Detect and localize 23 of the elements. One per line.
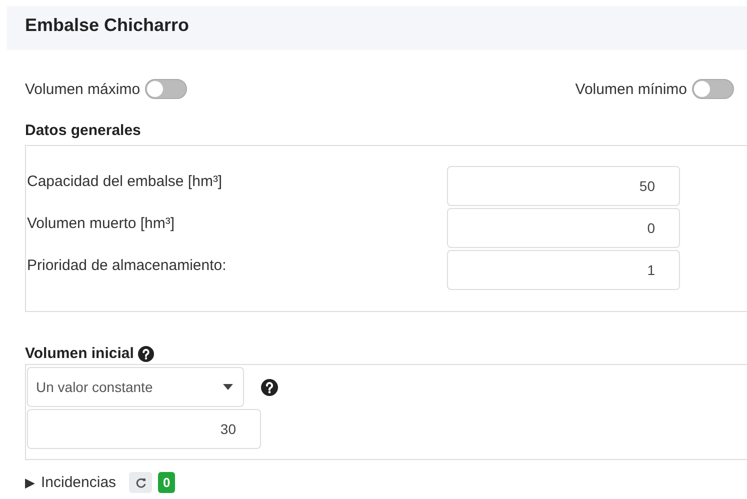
section-title: Datos generales [24, 122, 142, 139]
help-icon [261, 378, 278, 396]
caret-icon [223, 384, 233, 390]
page-title: Embalse Chicharro [25, 14, 190, 36]
section-label: Incidencias [41, 474, 116, 491]
input-field[interactable]: 0 [447, 208, 680, 248]
section-title: Volumen inicial [24, 345, 134, 362]
input-field[interactable]: 50 [447, 166, 680, 206]
toggle-label: Volumen mínimo [575, 80, 687, 98]
field-label: Capacidad del embalse [hm³] [26, 172, 224, 190]
refresh-button[interactable] [129, 472, 152, 493]
field-label: Volumen muerto [hm³] [26, 214, 176, 232]
count-badge: 0 [158, 472, 176, 493]
toggle-switch[interactable] [692, 79, 734, 99]
expand-arrow[interactable]: ▶ [25, 475, 35, 490]
input-field[interactable]: 30 [27, 409, 261, 449]
refresh-icon [136, 478, 146, 488]
help-icon [138, 346, 154, 362]
toggle-switch[interactable] [145, 79, 188, 99]
toggle-label: Volumen máximo [25, 80, 140, 98]
type-select[interactable]: Un valor constante [27, 367, 244, 407]
input-field[interactable]: 1 [447, 250, 680, 290]
field-label: Prioridad de almacenamiento: [26, 256, 228, 274]
